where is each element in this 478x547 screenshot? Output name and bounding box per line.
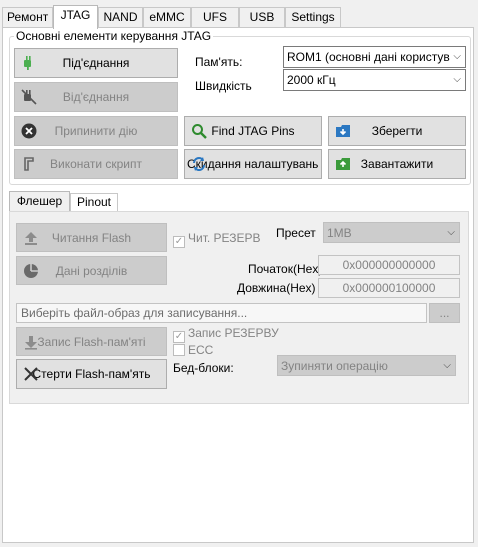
speed-label: Швидкість <box>195 79 252 93</box>
connect-button[interactable]: Під'єднання <box>14 48 178 78</box>
close-circle-icon <box>21 123 37 139</box>
erase-flash-button[interactable]: Стерти Flash-пам'ять <box>16 359 167 389</box>
bad-blocks-label: Бед-блоки: <box>173 361 234 375</box>
read-backup-checkbox[interactable]: ✓ Чит. РЕЗЕРВ <box>173 231 261 248</box>
chevron-down-icon: ⌵ <box>453 74 461 85</box>
file-path-input[interactable]: Виберіть файл-образ для записування... <box>16 303 427 323</box>
upload-folder-icon <box>336 158 350 170</box>
ecc-label: ECC <box>188 343 214 357</box>
preset-select[interactable]: 1MB ⌵ <box>323 222 460 243</box>
speed-select[interactable]: 2000 кГц ⌵ <box>283 69 466 91</box>
chevron-down-icon: ⌵ <box>453 51 461 62</box>
start-label: Початок(Hex) <box>248 262 323 276</box>
find-jtag-pins-label: Find JTAG Pins <box>211 124 295 138</box>
stop-label: Припинити дію <box>54 124 138 138</box>
disconnect-label: Від'єднання <box>62 90 130 104</box>
read-flash-button[interactable]: Читання Flash <box>16 223 167 252</box>
run-script-button[interactable]: Виконати скрипт <box>14 149 178 179</box>
write-flash-label: Запис Flash-пам'яті <box>37 335 146 349</box>
write-backup-label: Запис РЕЗЕРВУ <box>188 326 279 340</box>
disconnect-button[interactable]: Від'єднання <box>14 82 178 112</box>
partitions-label: Дані розділів <box>55 264 128 278</box>
tab-settings[interactable]: Settings <box>285 7 341 28</box>
upload-icon <box>25 232 37 245</box>
pie-chart-icon <box>24 264 38 278</box>
partitions-button[interactable]: Дані розділів <box>16 256 167 285</box>
refresh-icon <box>193 157 205 171</box>
close-icon <box>24 367 38 381</box>
unplug-icon <box>21 89 37 105</box>
read-flash-label: Читання Flash <box>51 231 132 245</box>
memory-value: ROM1 (основні дані користув <box>287 50 450 64</box>
tab-emmc[interactable]: eMMC <box>143 7 191 28</box>
stop-button[interactable]: Припинити дію <box>14 116 178 146</box>
plug-icon <box>24 56 31 70</box>
preset-label: Пресет <box>276 226 316 240</box>
load-label: Завантажити <box>360 157 434 171</box>
browse-button[interactable]: ... <box>429 303 460 323</box>
length-label: Довжина(Hex) <box>237 281 316 295</box>
connect-label: Під'єднання <box>62 56 130 70</box>
reset-settings-button[interactable]: Скидання налаштувань Ш <box>184 149 322 179</box>
save-icon <box>336 125 350 137</box>
group-title: Основні елементи керування JTAG <box>14 29 214 43</box>
ecc-checkbox[interactable]: ECC <box>173 343 213 357</box>
empty-checkbox-icon <box>173 344 185 356</box>
memory-select[interactable]: ROM1 (основні дані користув ⌵ <box>283 46 466 68</box>
tab-remont[interactable]: Ремонт <box>2 7 53 28</box>
chevron-down-icon: ⌵ <box>443 360 451 371</box>
memory-label: Пам'ять: <box>195 55 243 69</box>
checkmark-icon: ✓ <box>173 331 185 343</box>
tab-usb[interactable]: USB <box>239 7 285 28</box>
read-backup-label: Чит. РЕЗЕРВ <box>188 231 261 245</box>
load-button[interactable]: Завантажити <box>328 149 466 179</box>
run-script-label: Виконати скрипт <box>50 157 142 171</box>
script-icon <box>24 157 34 171</box>
write-backup-checkbox[interactable]: ✓ Запис РЕЗЕРВУ <box>173 326 279 343</box>
chevron-down-icon: ⌵ <box>447 227 455 238</box>
download-icon <box>25 336 37 350</box>
tab-jtag[interactable]: JTAG <box>53 5 98 29</box>
save-button[interactable]: Зберегти <box>328 116 466 146</box>
checkmark-icon: ✓ <box>173 236 185 248</box>
length-input[interactable]: 0x000000100000 <box>318 278 460 298</box>
bad-blocks-select[interactable]: Зупиняти операцію ⌵ <box>277 355 456 376</box>
start-address-input[interactable]: 0x000000000000 <box>318 255 460 275</box>
save-label: Зберегти <box>371 124 423 138</box>
find-jtag-pins-button[interactable]: Find JTAG Pins <box>184 116 322 146</box>
tab-ufs[interactable]: UFS <box>191 7 239 28</box>
preset-value: 1MB <box>327 226 352 240</box>
speed-value: 2000 кГц <box>287 73 336 87</box>
write-flash-button[interactable]: Запис Flash-пам'яті <box>16 327 167 356</box>
tab-pinout[interactable]: Pinout <box>70 193 118 211</box>
bad-blocks-value: Зупиняти операцію <box>281 359 388 373</box>
search-icon <box>192 124 207 139</box>
tab-flasher[interactable]: Флешер <box>9 191 70 211</box>
tab-nand[interactable]: NAND <box>98 7 143 28</box>
erase-flash-label: Стерти Flash-пам'ять <box>32 367 151 381</box>
